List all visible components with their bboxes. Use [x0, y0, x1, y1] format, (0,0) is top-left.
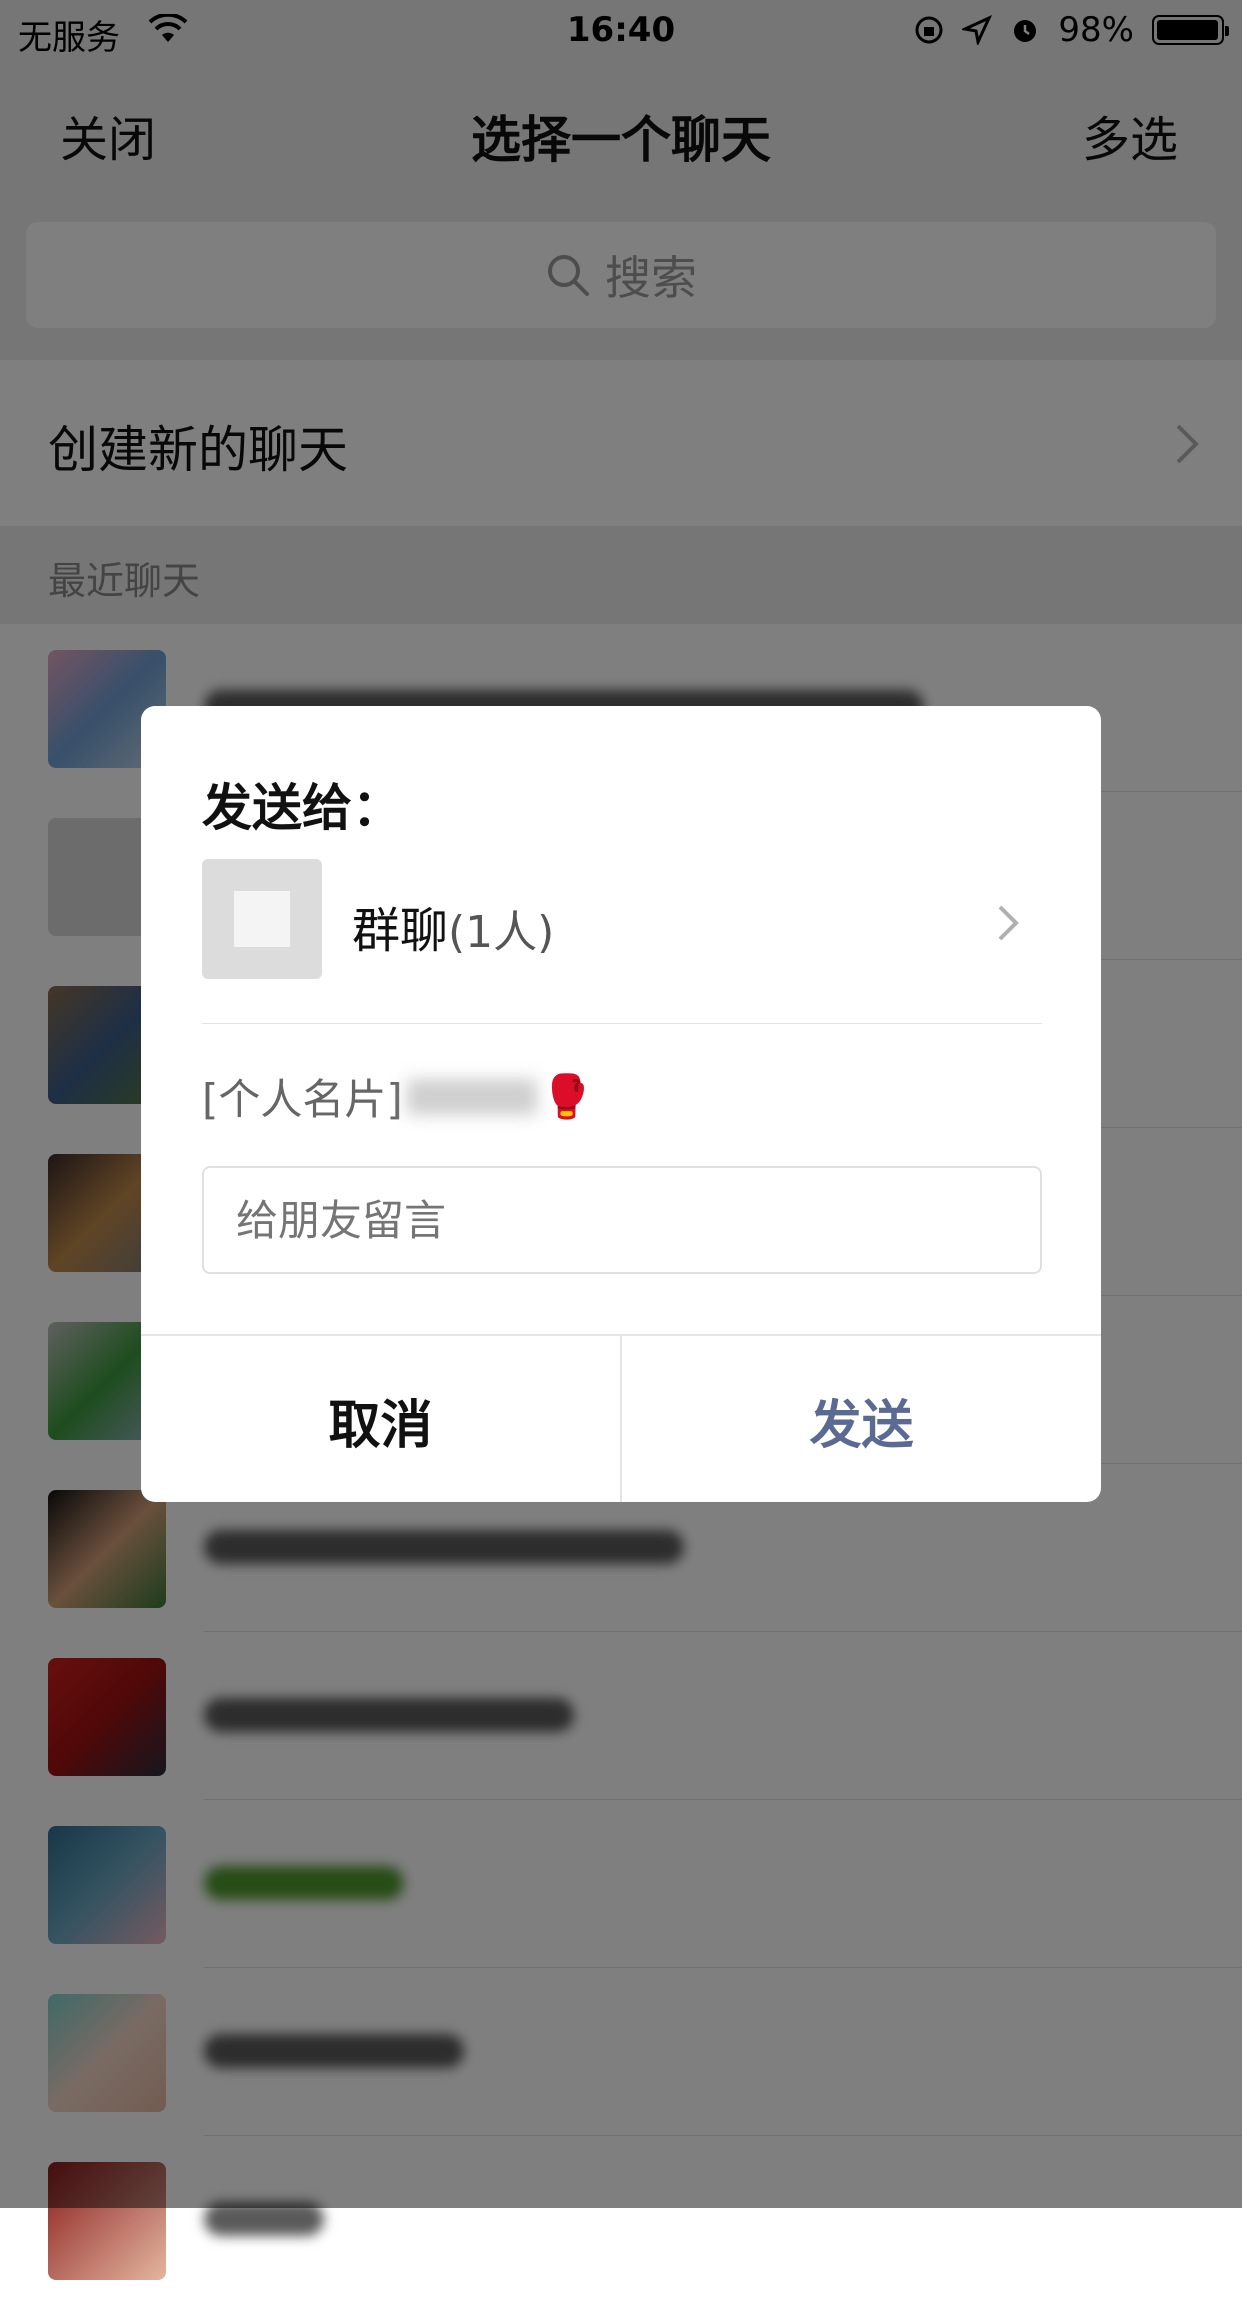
send-target-row[interactable]: 群聊(1人) — [202, 859, 1042, 979]
message-input[interactable] — [202, 1166, 1042, 1274]
target-name: 群聊(1人) — [352, 891, 554, 961]
shared-card-preview: [个人名片] 🥊 — [202, 1066, 593, 1127]
divider — [202, 1023, 1042, 1024]
send-button[interactable]: 发送 — [622, 1336, 1101, 1502]
cancel-button[interactable]: 取消 — [141, 1336, 622, 1502]
blurred-card-name — [406, 1078, 537, 1115]
send-dialog: 发送给： 群聊(1人) [个人名片] 🥊 取消 发送 — [141, 706, 1101, 1502]
boxing-glove-emoji: 🥊 — [540, 1071, 594, 1121]
group-avatar — [202, 859, 322, 979]
target-member-count: (1人) — [448, 907, 555, 958]
target-name-text: 群聊 — [352, 903, 449, 959]
dialog-title: 发送给： — [202, 779, 402, 837]
card-prefix: [个人名片] — [202, 1075, 403, 1124]
dialog-buttons: 取消 发送 — [141, 1334, 1101, 1502]
chevron-right-icon — [998, 905, 1019, 941]
